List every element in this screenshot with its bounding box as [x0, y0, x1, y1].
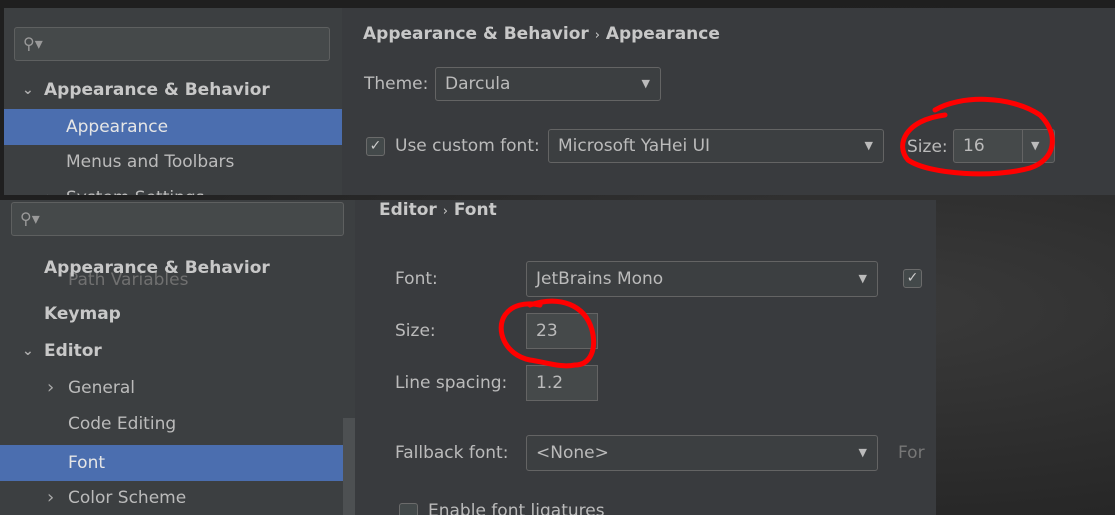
search-icon: ⚲▾ [20, 209, 40, 228]
sidebar-item-keymap[interactable]: Keymap [0, 296, 355, 332]
search-input[interactable]: ⚲▾ [14, 27, 330, 61]
chevron-down-icon: ⌄ [22, 343, 34, 359]
sidebar-item-label: Appearance & Behavior [44, 80, 270, 100]
font-dropdown[interactable]: JetBrains Mono ▼ [526, 261, 878, 297]
sidebar-item-general[interactable]: › General [0, 370, 355, 406]
size-combo[interactable]: 16 ▼ [953, 129, 1055, 163]
custom-font-value: Microsoft YaHei UI [558, 136, 711, 156]
chevron-right-icon: › [47, 377, 55, 398]
sidebar-item-label: Keymap [44, 304, 121, 324]
font-settings-panel: ⚲▾ Path Variables Appearance & Behavior … [0, 200, 936, 515]
sidebar-item-label: Code Editing [68, 414, 177, 434]
ligatures-checkbox[interactable] [399, 503, 418, 515]
size-label: Size: [395, 321, 436, 341]
sidebar-item-color-scheme[interactable]: › Color Scheme [0, 480, 355, 515]
breadcrumb-item[interactable]: Appearance & Behavior [363, 24, 589, 44]
breadcrumb: Appearance & Behavior › Appearance [363, 24, 720, 44]
sidebar-item-label: Font [68, 453, 106, 473]
font-label: Font: [395, 269, 438, 289]
chevron-right-icon: › [47, 487, 55, 508]
settings-sidebar: ⚲▾ ⌄ Appearance & Behavior Appearance Men… [4, 8, 342, 195]
size-label: Size: [907, 137, 948, 157]
font-value: JetBrains Mono [536, 269, 664, 289]
line-spacing-label: Line spacing: [395, 373, 508, 393]
theme-label: Theme: [364, 74, 429, 94]
sidebar-item-appearance-behavior[interactable]: Appearance & Behavior [0, 250, 355, 286]
show-only-monospaced-checkbox[interactable]: ✓ [903, 269, 922, 288]
sidebar-item-label: Appearance & Behavior [44, 258, 270, 278]
sidebar-item-menus-toolbars[interactable]: Menus and Toolbars [4, 144, 342, 180]
breadcrumb-item[interactable]: Editor [379, 200, 437, 220]
dropdown-arrow-icon: ▼ [858, 446, 867, 459]
sidebar-item-label: Appearance [66, 117, 169, 137]
size-value: 16 [963, 136, 985, 156]
dropdown-arrow-icon: ▼ [864, 139, 873, 152]
chevron-down-icon: ⌄ [22, 82, 34, 98]
settings-sidebar: ⚲▾ Path Variables Appearance & Behavior … [0, 200, 355, 515]
breadcrumb-item: Font [453, 200, 497, 220]
sidebar-item-label: Color Scheme [68, 488, 187, 508]
sidebar-item-system-settings[interactable]: › System Settings [4, 180, 342, 195]
sidebar-item-label: Editor [44, 341, 102, 361]
breadcrumb-item: Appearance [605, 24, 720, 44]
fallback-font-dropdown[interactable]: <None> ▼ [526, 435, 878, 471]
breadcrumb: Editor › Font [379, 200, 497, 220]
search-icon: ⚲▾ [23, 34, 43, 53]
custom-font-label: Use custom font: [395, 136, 540, 156]
sidebar-item-editor[interactable]: ⌄ Editor [0, 333, 355, 369]
sidebar-item-label: System Settings [66, 180, 205, 195]
chevron-right-icon: › [46, 180, 52, 195]
line-spacing-value: 1.2 [536, 373, 564, 393]
breadcrumb-separator: › [594, 28, 600, 43]
fallback-font-label: Fallback font: [395, 443, 509, 463]
sidebar-item-label: Menus and Toolbars [66, 152, 235, 172]
custom-font-dropdown[interactable]: Microsoft YaHei UI ▼ [548, 129, 884, 163]
fallback-hint: For [898, 443, 925, 463]
custom-font-checkbox[interactable]: ✓ [366, 137, 385, 156]
sidebar-item-appearance-behavior[interactable]: ⌄ Appearance & Behavior [4, 72, 342, 108]
sidebar-scrollbar[interactable] [343, 418, 355, 515]
dropdown-arrow-icon: ▼ [641, 77, 650, 90]
ligatures-label: Enable font ligatures [428, 501, 605, 515]
sidebar-item-label: General [68, 378, 135, 398]
settings-content: Editor › Font Font: JetBrains Mono ▼ ✓ Si… [355, 200, 936, 515]
dropdown-arrow-icon: ▼ [1022, 130, 1054, 162]
sidebar-item-font[interactable]: Font [0, 445, 343, 481]
fallback-font-value: <None> [536, 443, 609, 463]
settings-content: Appearance & Behavior › Appearance Theme… [342, 8, 1115, 195]
size-value: 23 [536, 321, 558, 341]
dropdown-arrow-icon: ▼ [858, 272, 867, 285]
line-spacing-input[interactable]: 1.2 [526, 365, 598, 401]
sidebar-item-appearance[interactable]: Appearance [4, 109, 342, 145]
appearance-settings-panel: ⚲▾ ⌄ Appearance & Behavior Appearance Men… [4, 8, 1115, 195]
theme-value: Darcula [445, 74, 511, 94]
sidebar-item-code-editing[interactable]: Code Editing [0, 406, 355, 442]
theme-dropdown[interactable]: Darcula ▼ [435, 67, 661, 101]
search-input[interactable]: ⚲▾ [11, 202, 344, 236]
breadcrumb-separator: › [442, 204, 448, 219]
size-input[interactable]: 23 [526, 313, 598, 349]
